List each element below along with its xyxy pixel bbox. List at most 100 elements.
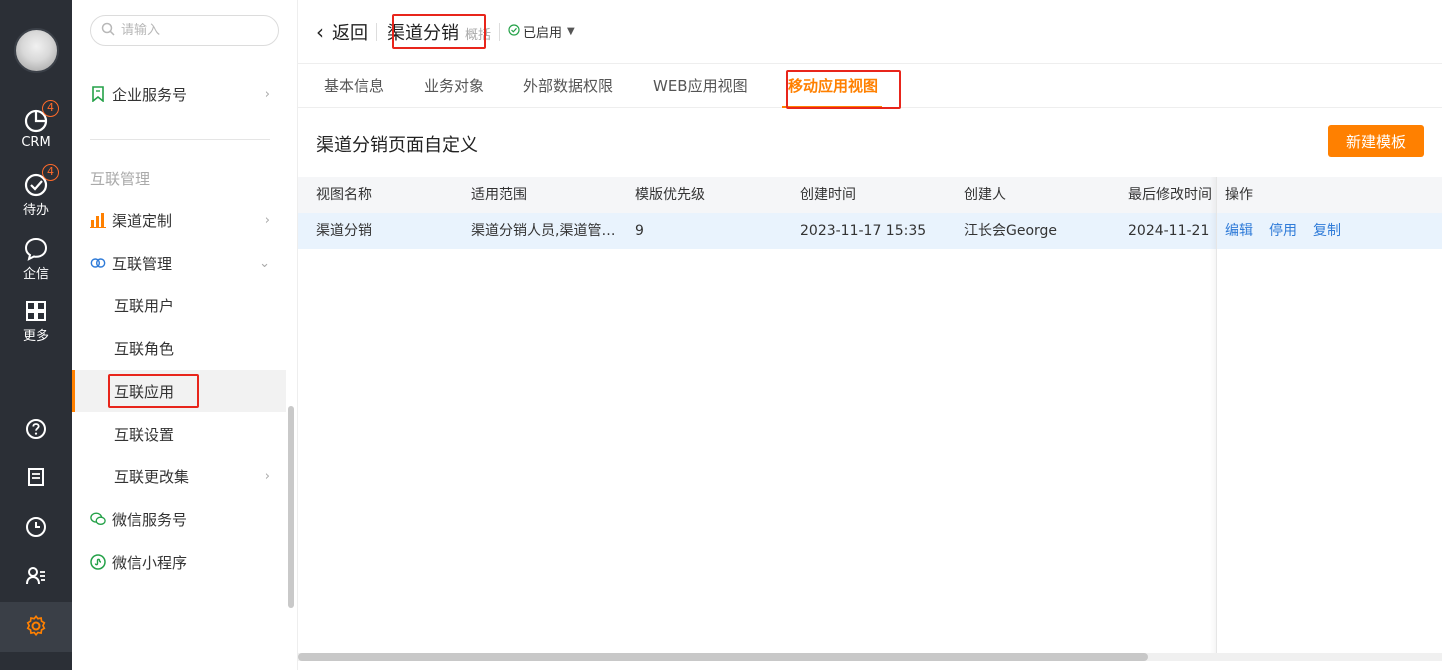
page-title: 渠道分销页面自定义	[316, 135, 478, 156]
nav-sub-label: 互联更改集	[114, 467, 190, 486]
rail-label-todo: 待办	[22, 203, 49, 218]
nav-sub-interconnect-apps[interactable]: 互联应用	[72, 370, 286, 412]
rail-item-todo[interactable]: 4 待办	[0, 164, 72, 218]
column-header-scope[interactable]: 适用范围	[471, 177, 527, 213]
help-button[interactable]	[0, 418, 72, 444]
edit-link[interactable]: 编辑	[1225, 223, 1253, 239]
rail-label-more: 更多	[22, 329, 49, 344]
cell-creator: 江长会George	[964, 223, 1058, 239]
grid-icon	[23, 298, 49, 324]
nav-item-interconnect-mgmt[interactable]: 互联管理 ⌄	[72, 242, 286, 284]
pie-chart-icon: 4	[23, 100, 59, 134]
nav-label-channel-custom: 渠道定制	[112, 211, 173, 230]
nav-scrollbar[interactable]	[288, 406, 294, 608]
table-header: 视图名称 适用范围 模版优先级 创建时间 创建人 最后修改时间 操作	[298, 177, 1442, 213]
column-header-created[interactable]: 创建时间	[800, 177, 856, 213]
scrollbar-thumb[interactable]	[298, 653, 1148, 661]
column-header-creator[interactable]: 创建人	[964, 177, 1006, 213]
back-button[interactable]: ‹ 返回	[316, 19, 368, 45]
active-tab-indicator	[782, 106, 882, 108]
tab-external-data-permissions[interactable]: 外部数据权限	[523, 75, 613, 96]
object-title: 渠道分销	[387, 22, 459, 44]
column-header-modified[interactable]: 最后修改时间	[1128, 177, 1214, 213]
back-label: 返回	[332, 22, 368, 44]
secondary-nav: 企业服务号 › 互联管理 渠道定制 › 互联管理 ⌄ 互联用户 互联角色 互联应…	[72, 0, 340, 670]
docs-button[interactable]	[0, 466, 72, 492]
rail-item-crm[interactable]: 4 CRM	[0, 100, 72, 150]
copy-link[interactable]: 复制	[1313, 223, 1341, 239]
wechat-icon	[90, 511, 106, 527]
nav-sub-label: 互联应用	[114, 382, 175, 401]
status-label: 已启用	[523, 26, 563, 41]
nav-sub-interconnect-settings[interactable]: 互联设置	[72, 413, 286, 455]
history-button[interactable]	[0, 516, 72, 542]
tab-web-app-view[interactable]: WEB应用视图	[653, 75, 748, 96]
views-table: 视图名称 适用范围 模版优先级 创建时间 创建人 最后修改时间 操作 渠道分销 …	[298, 177, 1442, 249]
rail-label-messenger: 企信	[22, 267, 49, 282]
nav-item-channel-custom[interactable]: 渠道定制 ›	[72, 199, 286, 241]
object-subtitle[interactable]: 概括	[465, 24, 491, 43]
rail-item-messenger[interactable]: 企信	[0, 236, 72, 282]
caret-down-icon: ▼	[567, 26, 575, 37]
nav-sub-interconnect-changeset[interactable]: 互联更改集 ›	[72, 455, 286, 497]
contacts-button[interactable]	[0, 565, 72, 591]
column-header-priority[interactable]: 模版优先级	[635, 177, 705, 213]
disable-link[interactable]: 停用	[1269, 223, 1297, 239]
nav-label-interconnect-mgmt: 互联管理	[112, 254, 173, 273]
tab-basic-info[interactable]: 基本信息	[324, 75, 384, 96]
chevron-left-icon: ‹	[316, 19, 324, 44]
check-circle-icon: 4	[23, 164, 59, 198]
app-root: 4 CRM 4 待办 企信 更多 请输入 企业服务号 › 互联管理 渠道定制 ›…	[0, 0, 1442, 670]
nav-label-wechat-mini: 微信小程序	[112, 553, 188, 572]
todo-badge: 4	[42, 164, 59, 181]
crm-badge: 4	[42, 100, 59, 117]
header-bar: ‹ 返回 渠道分销 概括 已启用 ▼	[298, 0, 1442, 64]
nav-sub-label: 互联用户	[114, 296, 175, 315]
table-row[interactable]: 渠道分销 渠道分销人员,渠道管… 9 2023-11-17 15:35 江长会G…	[298, 213, 1442, 249]
status-dropdown[interactable]: 已启用 ▼	[508, 22, 575, 41]
fixed-column-divider	[1216, 177, 1217, 653]
chevron-right-icon: ›	[264, 86, 270, 102]
header-divider	[376, 22, 377, 41]
header-divider	[499, 22, 501, 41]
nav-label-enterprise-service: 企业服务号	[112, 85, 188, 104]
rail-item-more[interactable]: 更多	[0, 298, 72, 344]
help-icon	[25, 418, 47, 444]
cell-view-name: 渠道分销	[316, 223, 372, 239]
cell-actions: 编辑 停用 复制	[1225, 213, 1357, 249]
tab-business-objects[interactable]: 业务对象	[424, 75, 484, 96]
cell-scope: 渠道分销人员,渠道管…	[471, 223, 616, 239]
avatar[interactable]	[14, 28, 59, 73]
settings-button[interactable]	[0, 615, 72, 641]
column-header-actions: 操作	[1225, 187, 1253, 203]
rail-label-crm: CRM	[21, 135, 51, 150]
tab-bar: 基本信息 业务对象 外部数据权限 WEB应用视图 移动应用视图	[298, 64, 1442, 108]
table-horizontal-scrollbar[interactable]	[298, 653, 1442, 661]
clock-icon	[25, 516, 47, 542]
link-rings-icon	[90, 255, 106, 271]
mini-program-icon	[90, 554, 106, 570]
book-icon	[25, 466, 47, 492]
chat-bubble-icon	[23, 236, 49, 262]
tab-mobile-app-view[interactable]: 移动应用视图	[788, 75, 878, 96]
nav-item-enterprise-service[interactable]: 企业服务号 ›	[72, 73, 286, 115]
nav-sub-interconnect-roles[interactable]: 互联角色	[72, 327, 286, 369]
nav-label-wechat-service: 微信服务号	[112, 510, 188, 529]
bar-chart-icon	[90, 212, 106, 228]
search-input[interactable]	[121, 23, 271, 38]
left-rail: 4 CRM 4 待办 企信 更多	[0, 0, 72, 670]
nav-divider	[90, 139, 270, 140]
main-content: ‹ 返回 渠道分销 概括 已启用 ▼ 基本信息 业务对象 外部数据权限 WEB应…	[298, 0, 1442, 670]
cell-priority: 9	[635, 223, 644, 239]
nav-item-wechat-service[interactable]: 微信服务号	[72, 498, 286, 540]
chevron-down-icon: ⌄	[259, 255, 270, 271]
settings-icon	[25, 615, 47, 641]
column-header-view-name[interactable]: 视图名称	[316, 177, 372, 213]
nav-search[interactable]	[90, 15, 279, 46]
user-list-icon	[25, 565, 47, 591]
new-template-button[interactable]: 新建模板	[1328, 125, 1424, 157]
nav-item-wechat-mini[interactable]: 微信小程序	[72, 541, 286, 583]
nav-section-title: 互联管理	[90, 170, 151, 188]
nav-sub-label: 互联角色	[114, 339, 175, 358]
nav-sub-interconnect-users[interactable]: 互联用户	[72, 284, 286, 326]
